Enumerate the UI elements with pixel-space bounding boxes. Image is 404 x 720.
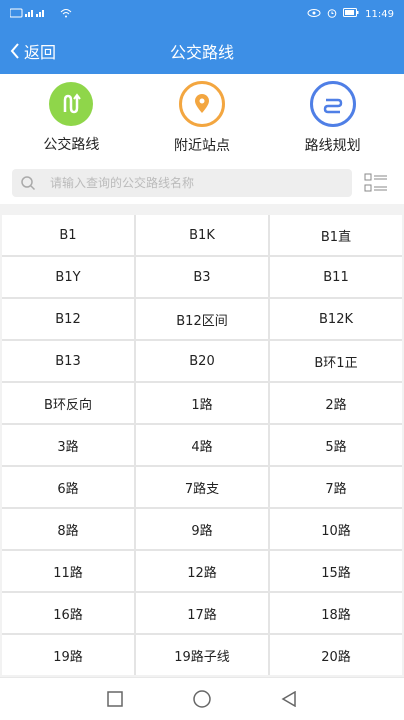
back-label: 返回 [24,43,57,62]
route-cell[interactable]: B12 [2,299,134,339]
location-pin-icon [178,81,225,127]
battery-icon [343,8,359,20]
route-cell[interactable]: 16路 [2,593,134,633]
route-cell[interactable]: 6路 [2,467,134,507]
bus-route-icon [49,82,94,126]
route-cell[interactable]: 5路 [270,425,402,465]
feature-row: 公交路线 附近站点 路线规划 [0,74,404,162]
status-bar: 11:49 [0,0,404,28]
route-cell[interactable]: B1K [136,215,268,255]
route-cell[interactable]: 20路 [270,635,402,675]
recent-apps-icon[interactable] [107,691,123,707]
search-icon [21,176,36,191]
route-cell[interactable]: 1路 [136,383,268,423]
feature-bus-route[interactable]: 公交路线 [11,82,131,154]
back-button[interactable]: 返回 [10,28,56,74]
search-box [12,169,352,197]
signal-icon [9,8,54,21]
list-view-icon[interactable] [360,169,392,197]
status-left [9,8,72,21]
route-cell[interactable]: 19路子线 [136,635,268,675]
route-cell[interactable]: 12路 [136,551,268,591]
route-cell[interactable]: B20 [136,341,268,381]
route-cell[interactable]: 18路 [270,593,402,633]
route-cell[interactable]: 10路 [270,509,402,549]
route-cell[interactable]: B12K [270,299,402,339]
eye-icon [307,8,321,21]
route-cell[interactable]: 17路 [136,593,268,633]
route-cell[interactable]: B12区间 [136,299,268,339]
feature-label: 附近站点 [173,138,230,154]
route-cell[interactable]: 15路 [270,551,402,591]
system-nav-bar [0,677,404,720]
route-cell[interactable]: B1Y [2,257,134,297]
feature-label: 公交路线 [43,137,100,153]
route-cell[interactable]: B环1正 [270,341,402,381]
route-cell[interactable]: 2路 [270,383,402,423]
route-grid: B1 B1K B1直 B1Y B3 B11 B12 B12区间 B12K B13 B20 B环1正 B环… [2,215,402,675]
status-right: 11:49 [307,8,394,21]
feature-nearby-stops[interactable]: 附近站点 [142,81,262,155]
route-plan-icon [309,81,356,127]
route-cell[interactable]: B3 [136,257,268,297]
route-cell[interactable]: 19路 [2,635,134,675]
route-cell[interactable]: 11路 [2,551,134,591]
top-bar: 返回 公交路线 [0,28,404,74]
route-cell[interactable]: 7路支 [136,467,268,507]
status-time: 11:49 [365,8,394,20]
route-cell[interactable]: 3路 [2,425,134,465]
feature-route-planning[interactable]: 路线规划 [273,81,393,155]
route-cell[interactable]: 7路 [270,467,402,507]
back-nav-icon[interactable] [281,691,297,707]
home-icon[interactable] [193,690,211,708]
page-title: 公交路线 [169,43,234,62]
route-cell[interactable]: 9路 [136,509,268,549]
alarm-icon [327,8,337,21]
wifi-icon [60,8,72,21]
route-cell[interactable]: B环反向 [2,383,134,423]
route-cell[interactable]: B1 [2,215,134,255]
search-row [0,162,404,204]
search-input[interactable] [48,175,292,191]
route-cell[interactable]: 4路 [136,425,268,465]
route-cell[interactable]: B11 [270,257,402,297]
route-cell[interactable]: B1直 [270,215,402,255]
route-cell[interactable]: B13 [2,341,134,381]
route-cell[interactable]: 8路 [2,509,134,549]
feature-label: 路线规划 [304,138,361,154]
chevron-left-icon [10,43,19,59]
